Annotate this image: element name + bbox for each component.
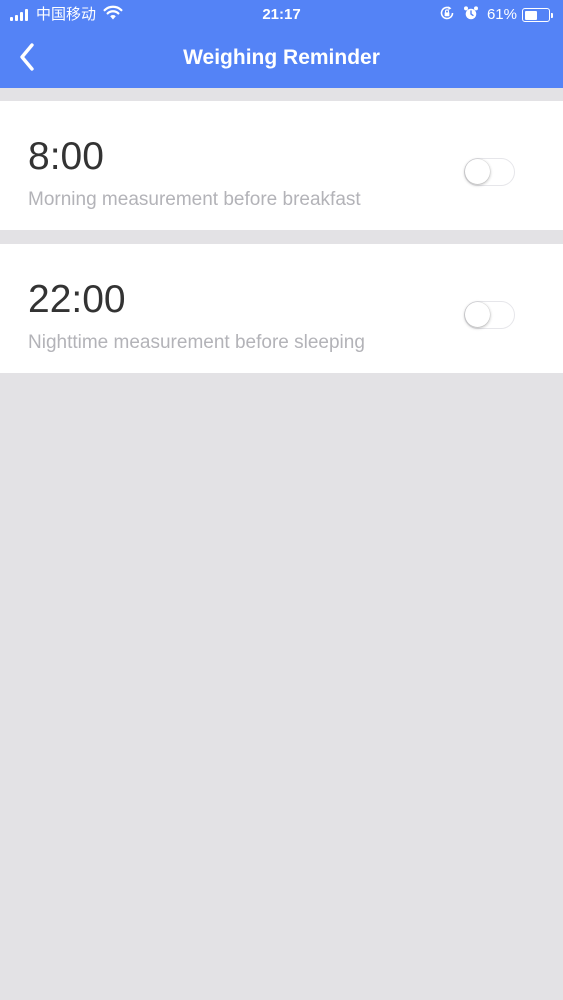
reminder-item-morning: 8:00 Morning measurement before breakfas… [0,101,563,230]
reminder-time: 8:00 [28,135,104,178]
reminder-time: 22:00 [28,278,126,321]
app-header: 中国移动 21:17 61% Weighing Reminder [0,0,563,88]
page-title: Weighing Reminder [183,46,380,69]
back-button[interactable] [8,40,46,78]
battery-icon [522,8,553,22]
toggle-knob [465,302,490,327]
reminder-toggle-morning[interactable] [464,158,515,186]
chevron-left-icon [19,42,35,76]
alarm-icon [463,5,479,26]
reminder-list: 8:00 Morning measurement before breakfas… [0,101,563,373]
battery-percent: 61% [486,6,517,23]
reminder-description: Morning measurement before breakfast [28,189,361,210]
reminder-item-night: 22:00 Nighttime measurement before sleep… [0,244,563,373]
reminder-description: Nighttime measurement before sleeping [28,332,365,353]
status-bar-right: 61% [439,5,553,25]
status-bar: 中国移动 21:17 61% [0,0,563,30]
toggle-knob [465,159,490,184]
reminder-toggle-night[interactable] [464,301,515,329]
orientation-lock-icon [439,5,455,26]
nav-bar: Weighing Reminder [0,30,563,88]
